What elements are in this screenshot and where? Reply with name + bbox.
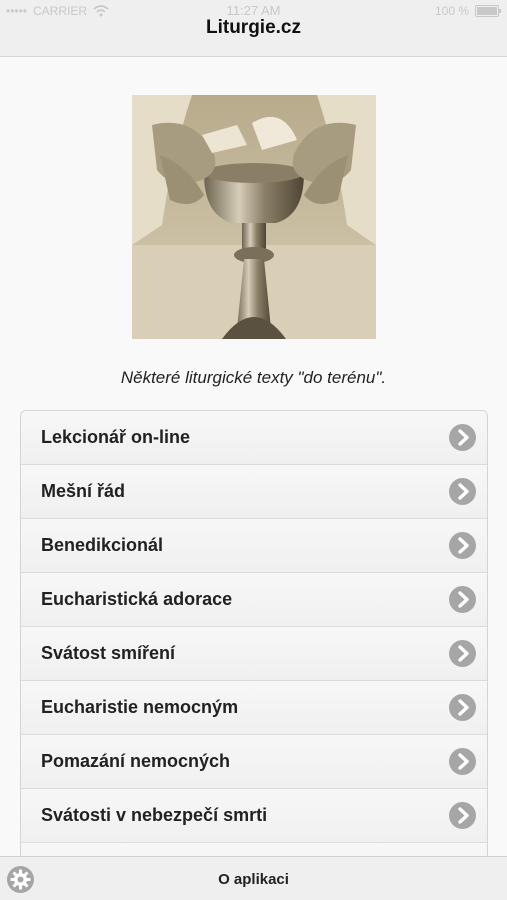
menu-item-label: Mešní řád: [41, 481, 126, 501]
menu-item-eucharistie-nemocnym[interactable]: Eucharistie nemocným: [21, 681, 487, 735]
menu-item-label: Eucharistická adorace: [41, 589, 233, 609]
menu-item-svatost-smireni[interactable]: Svátost smíření: [21, 627, 487, 681]
menu-item-label: Svátosti v nebezpečí smrti: [41, 805, 268, 825]
menu-list: Lekcionář on-line Mešní řád Benedikcioná…: [20, 410, 488, 858]
menu-item-label: Benedikcionál: [41, 535, 164, 555]
menu-item-label: Svátost smíření: [41, 643, 176, 663]
chevron-right-icon: [449, 802, 476, 829]
status-right: 100 %: [434, 4, 501, 18]
chevron-right-icon: [449, 586, 476, 613]
chevron-right-icon: [449, 424, 476, 451]
chevron-right-icon: [449, 532, 476, 559]
app-title: Liturgie.cz: [205, 17, 301, 38]
about-button[interactable]: O aplikaci: [0, 871, 507, 888]
menu-item-pomazani-nemocnych[interactable]: Pomazání nemocných: [21, 735, 487, 789]
menu-item-svatosti-v-nebezpeci-smrti[interactable]: Svátosti v nebezpečí smrti: [21, 789, 487, 843]
chalice-photo: [132, 95, 376, 339]
menu-item-eucharisticka-adorace[interactable]: Eucharistická adorace: [21, 573, 487, 627]
footer-bar: O aplikaci: [0, 856, 507, 900]
menu-item-label: Eucharistie nemocným: [41, 697, 239, 717]
status-time: 11:27 AM: [226, 3, 281, 18]
menu-item-label: Pomazání nemocných: [41, 751, 231, 771]
menu-item-benedikcional[interactable]: Benedikcionál: [21, 519, 487, 573]
tagline: Některé liturgické texty "do terénu".: [120, 368, 387, 387]
chevron-right-icon: [449, 478, 476, 505]
chevron-right-icon: [449, 694, 476, 721]
app-screen: ••••• CARRIER 11:27 AM 100 % Liturgie.cz: [0, 0, 507, 900]
menu-item-mesni-rad[interactable]: Mešní řád: [21, 465, 487, 519]
battery-icon: [475, 5, 501, 17]
header-bar: ••••• CARRIER 11:27 AM 100 % Liturgie.cz: [0, 0, 507, 57]
chalice-illustration: [132, 95, 376, 339]
battery-percent: 100 %: [434, 4, 469, 18]
menu-item-label: Lekcionář on-line: [41, 427, 191, 447]
chevron-right-icon: [449, 640, 476, 667]
menu-item-lekcionar[interactable]: Lekcionář on-line: [21, 411, 487, 465]
chevron-right-icon: [449, 748, 476, 775]
